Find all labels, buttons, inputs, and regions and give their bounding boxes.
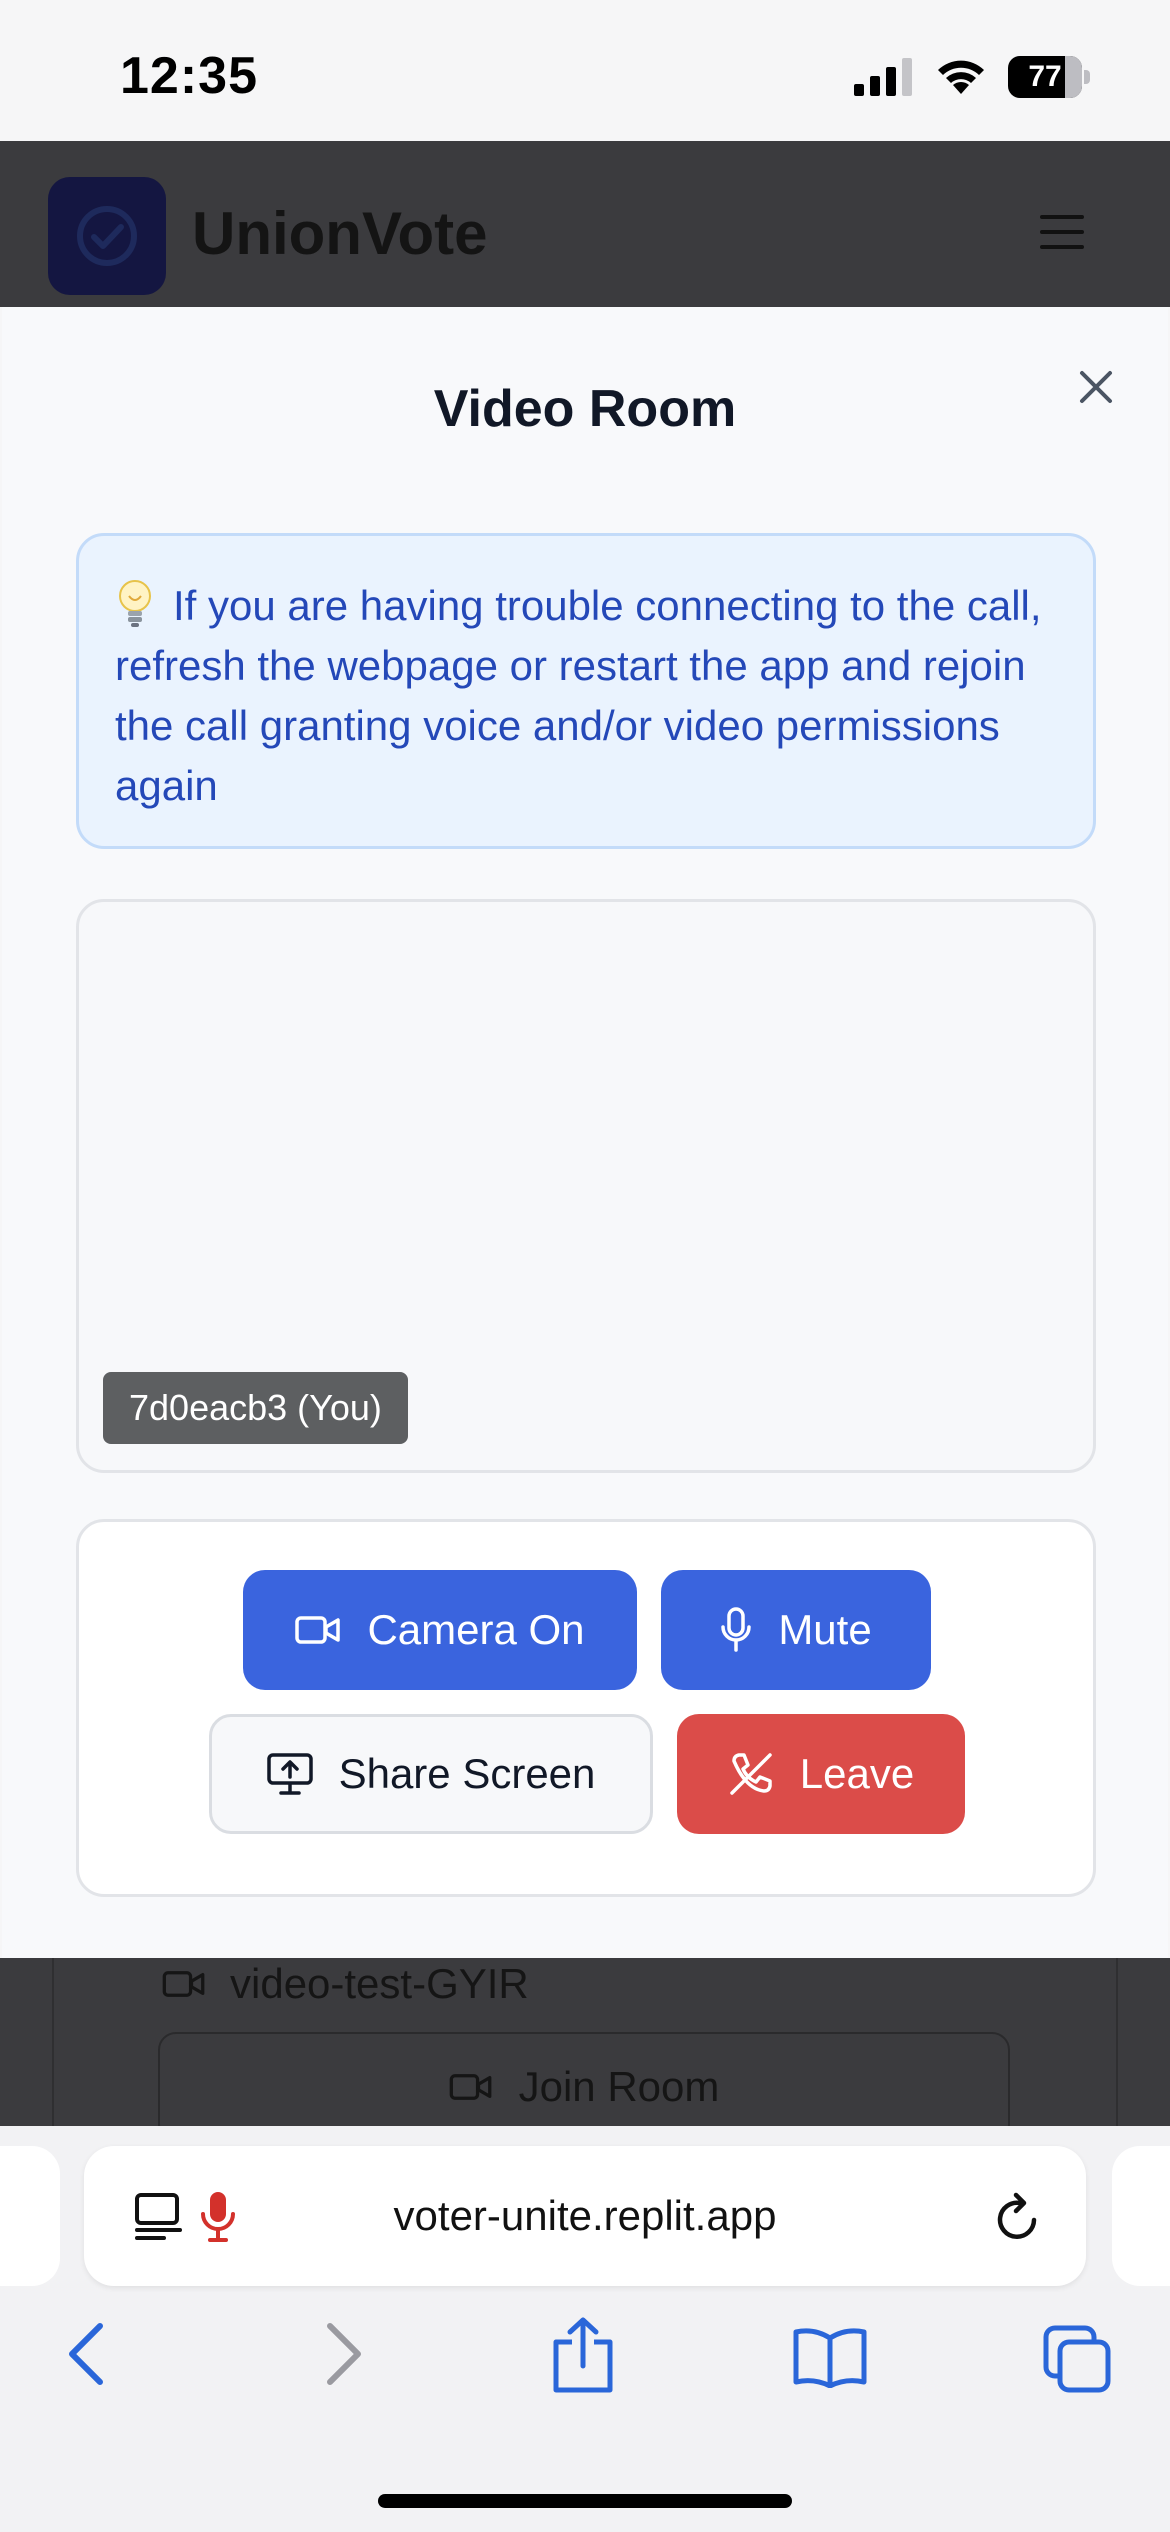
mute-label: Mute (778, 1606, 872, 1653)
video-room-modal: Video Room If you are having trouble con… (2, 307, 1168, 1958)
address-bar[interactable]: voter-unite.replit.app (84, 2146, 1086, 2286)
app-title: UnionVote (192, 200, 488, 267)
app-header: UnionVote (0, 141, 1170, 307)
notice-text: If you are having trouble connecting to … (115, 582, 1042, 809)
lightbulb-icon (119, 580, 151, 627)
check-circle-icon (77, 206, 137, 266)
forward-icon[interactable] (322, 2322, 364, 2386)
cellular-signal-icon (854, 58, 912, 96)
close-icon (1080, 371, 1112, 403)
leave-button[interactable]: Leave (677, 1714, 965, 1834)
connection-notice: If you are having trouble connecting to … (76, 533, 1096, 849)
battery-icon: 77 (1008, 56, 1090, 98)
browser-chrome: voter-unite.replit.app (0, 2126, 1170, 2532)
mute-button[interactable]: Mute (661, 1570, 931, 1690)
leave-label: Leave (799, 1750, 915, 1797)
close-button[interactable] (1068, 359, 1124, 415)
status-bar: 12:35 77 (0, 0, 1170, 141)
share-screen-button[interactable]: Share Screen (209, 1714, 653, 1834)
next-tab-peek[interactable] (1112, 2146, 1170, 2286)
join-room-button: Join Room (158, 2032, 1010, 2126)
share-screen-label: Share Screen (338, 1750, 596, 1797)
video-camera-icon (449, 2074, 491, 2100)
camera-on-label: Camera On (367, 1606, 585, 1653)
app-logo (48, 177, 166, 295)
microphone-icon (721, 1607, 752, 1652)
participant-name-tag: 7d0eacb3 (You) (103, 1372, 408, 1444)
phone-off-icon (730, 1753, 772, 1795)
video-camera-icon (162, 1971, 205, 1997)
status-time: 12:35 (120, 47, 258, 105)
join-room-label: Join Room (518, 2063, 720, 2110)
home-indicator[interactable] (378, 2494, 792, 2508)
video-camera-icon (295, 1616, 341, 1644)
room-name: video-test-GYIR (230, 1960, 529, 2007)
modal-title: Video Room (433, 380, 737, 438)
background-overlay: video-test-GYIR Join Room (0, 1958, 1170, 2126)
screen-share-icon (266, 1753, 313, 1795)
previous-tab-peek[interactable] (0, 2146, 60, 2286)
back-icon[interactable] (66, 2322, 108, 2386)
camera-on-button[interactable]: Camera On (243, 1570, 637, 1690)
room-name-row: video-test-GYIR (162, 1960, 529, 2008)
wifi-icon (938, 60, 984, 94)
local-video-tile: 7d0eacb3 (You) (76, 899, 1096, 1473)
tabs-icon[interactable] (1042, 2324, 1114, 2394)
share-icon[interactable] (550, 2316, 616, 2394)
reload-icon[interactable] (994, 2192, 1042, 2242)
call-controls: Camera On Mute Share Screen Leave (76, 1519, 1096, 1897)
battery-level: 77 (1028, 60, 1062, 93)
url-text[interactable]: voter-unite.replit.app (84, 2146, 1086, 2286)
hamburger-icon[interactable] (1040, 215, 1084, 253)
bookmarks-icon[interactable] (792, 2326, 868, 2388)
